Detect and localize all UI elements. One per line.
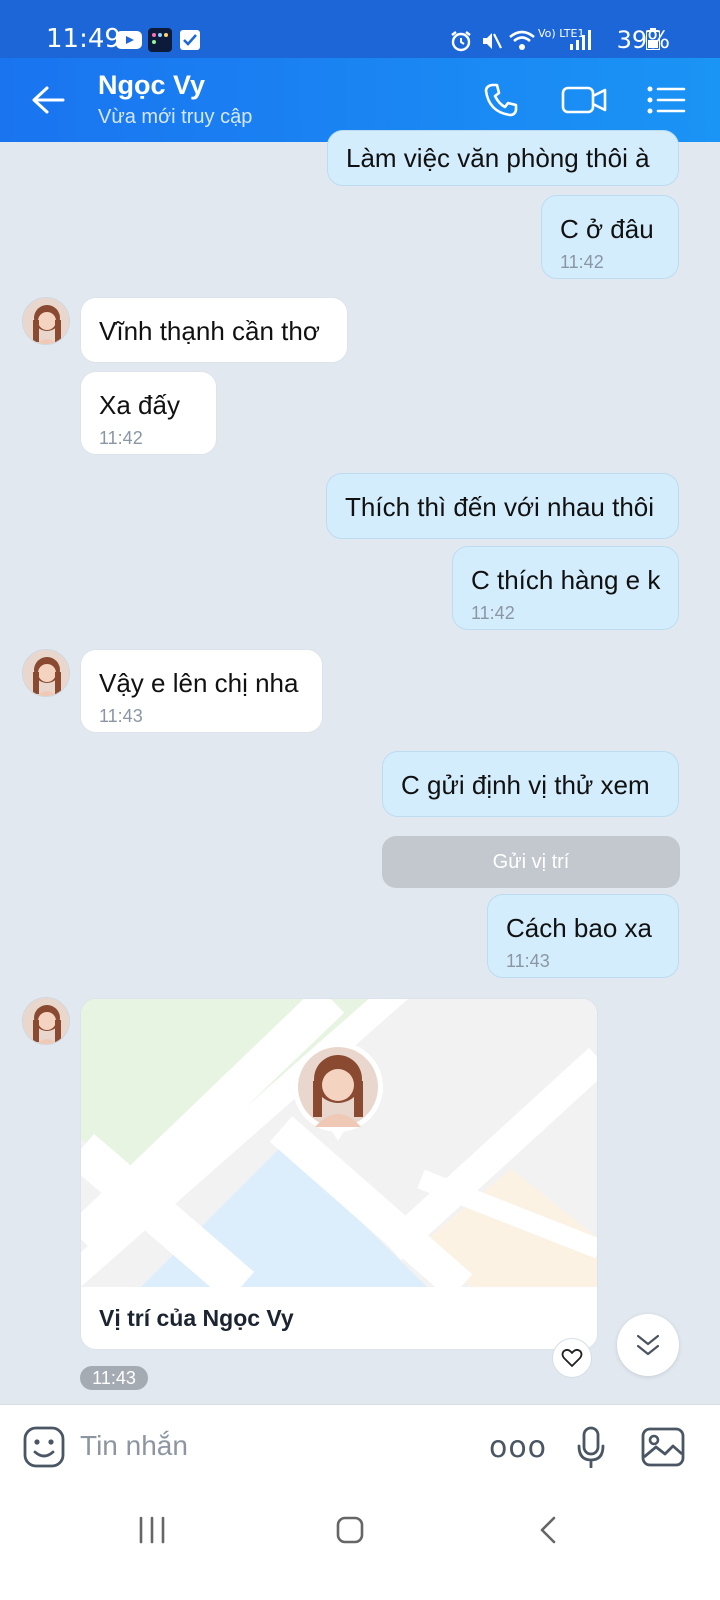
message-input-bar: ooo: [0, 1404, 720, 1486]
message-time: 11:43: [506, 951, 550, 971]
back-button[interactable]: [22, 74, 74, 126]
signal-icon: [570, 30, 591, 50]
more-options-button[interactable]: ooo: [489, 1425, 546, 1469]
message-bubble-incoming[interactable]: Xa đấy 11:42: [80, 371, 217, 455]
double-chevron-down-icon: [636, 1334, 660, 1356]
youtube-icon: [116, 31, 142, 49]
phone-icon: [484, 83, 518, 117]
menu-button[interactable]: [640, 74, 692, 126]
heart-icon: [561, 1348, 583, 1367]
video-call-button[interactable]: [558, 74, 610, 126]
arrow-left-icon: [32, 86, 65, 114]
battery-percent: 39%: [616, 26, 670, 54]
message-time: 11:43: [99, 706, 143, 726]
contact-name[interactable]: Ngọc Vy: [98, 70, 205, 101]
more-dots-icon: ooo: [488, 1429, 548, 1465]
location-time: 11:43: [80, 1366, 148, 1390]
sticker-button[interactable]: [22, 1425, 66, 1469]
battery-icon: [646, 28, 660, 50]
status-time: 11:49: [46, 24, 121, 54]
location-label: Vị trí của Ngọc Vy: [99, 1305, 294, 1331]
avatar-image: [23, 998, 69, 1044]
message-time: 11:42: [560, 252, 604, 272]
system-back-button[interactable]: [518, 1508, 578, 1552]
message-text: Cách bao xa: [506, 913, 652, 943]
image-icon: [641, 1427, 685, 1467]
message-bubble-outgoing[interactable]: C gửi định vị thử xem: [382, 751, 679, 817]
alarm-icon: [451, 31, 471, 52]
message-time: 11:42: [99, 428, 143, 448]
chevron-left-icon: [540, 1516, 556, 1544]
message-text: Vĩnh thạnh cần thơ: [99, 316, 320, 346]
message-input[interactable]: [80, 1423, 460, 1469]
home-button[interactable]: [320, 1508, 380, 1552]
message-bubble-outgoing[interactable]: Cách bao xa 11:43: [487, 894, 679, 978]
message-text: Xa đấy: [99, 390, 180, 420]
contact-avatar[interactable]: [22, 297, 70, 345]
emoji-icon: [23, 1426, 65, 1468]
wifi-icon: [509, 30, 535, 50]
image-picker-button[interactable]: [640, 1425, 686, 1469]
mute-icon: [483, 33, 502, 49]
home-icon: [336, 1516, 364, 1544]
message-time: 11:42: [471, 603, 515, 623]
status-bar: 11:49 Vo) LTE1 39%: [0, 0, 720, 58]
message-text: C gửi định vị thử xem: [401, 770, 650, 800]
message-text: Vậy e lên chị nha: [99, 668, 299, 698]
react-button[interactable]: [552, 1338, 592, 1378]
contact-avatar[interactable]: [22, 997, 70, 1045]
send-location-button[interactable]: Gửi vị trí: [382, 836, 680, 888]
message-text: C thích hàng e k: [471, 565, 661, 595]
recent-apps-icon: [139, 1516, 165, 1544]
voice-call-button[interactable]: [475, 74, 527, 126]
check-icon: [180, 30, 200, 50]
message-bubble-outgoing[interactable]: Làm việc văn phòng thôi à: [327, 130, 679, 186]
message-bubble-outgoing[interactable]: C thích hàng e k 11:42: [452, 546, 679, 630]
message-bubble-incoming[interactable]: Vĩnh thạnh cần thơ: [80, 297, 348, 363]
video-camera-icon: [561, 86, 607, 114]
location-card[interactable]: Vị trí của Ngọc Vy: [80, 998, 598, 1350]
avatar-image: [23, 650, 69, 696]
recent-apps-button[interactable]: [122, 1508, 182, 1552]
message-text: Thích thì đến với nhau thôi: [345, 492, 655, 522]
microphone-icon: [577, 1426, 605, 1468]
scroll-to-bottom-button[interactable]: [617, 1314, 679, 1376]
message-bubble-incoming[interactable]: Vậy e lên chị nha 11:43: [80, 649, 323, 733]
list-menu-icon: [647, 86, 686, 114]
contact-avatar[interactable]: [22, 649, 70, 697]
message-bubble-outgoing[interactable]: Thích thì đến với nhau thôi: [326, 473, 679, 539]
message-text: C ở đâu: [560, 214, 654, 244]
message-bubble-outgoing[interactable]: C ở đâu 11:42: [541, 195, 679, 279]
avatar-image: [23, 298, 69, 344]
message-text: Làm việc văn phòng thôi à: [346, 143, 650, 173]
contact-status: Vừa mới truy cập: [98, 106, 253, 128]
app-grid-icon: [148, 28, 172, 52]
voice-record-button[interactable]: [574, 1425, 608, 1469]
location-pin-avatar: [293, 1042, 383, 1141]
system-nav-bar: [0, 1486, 720, 1600]
